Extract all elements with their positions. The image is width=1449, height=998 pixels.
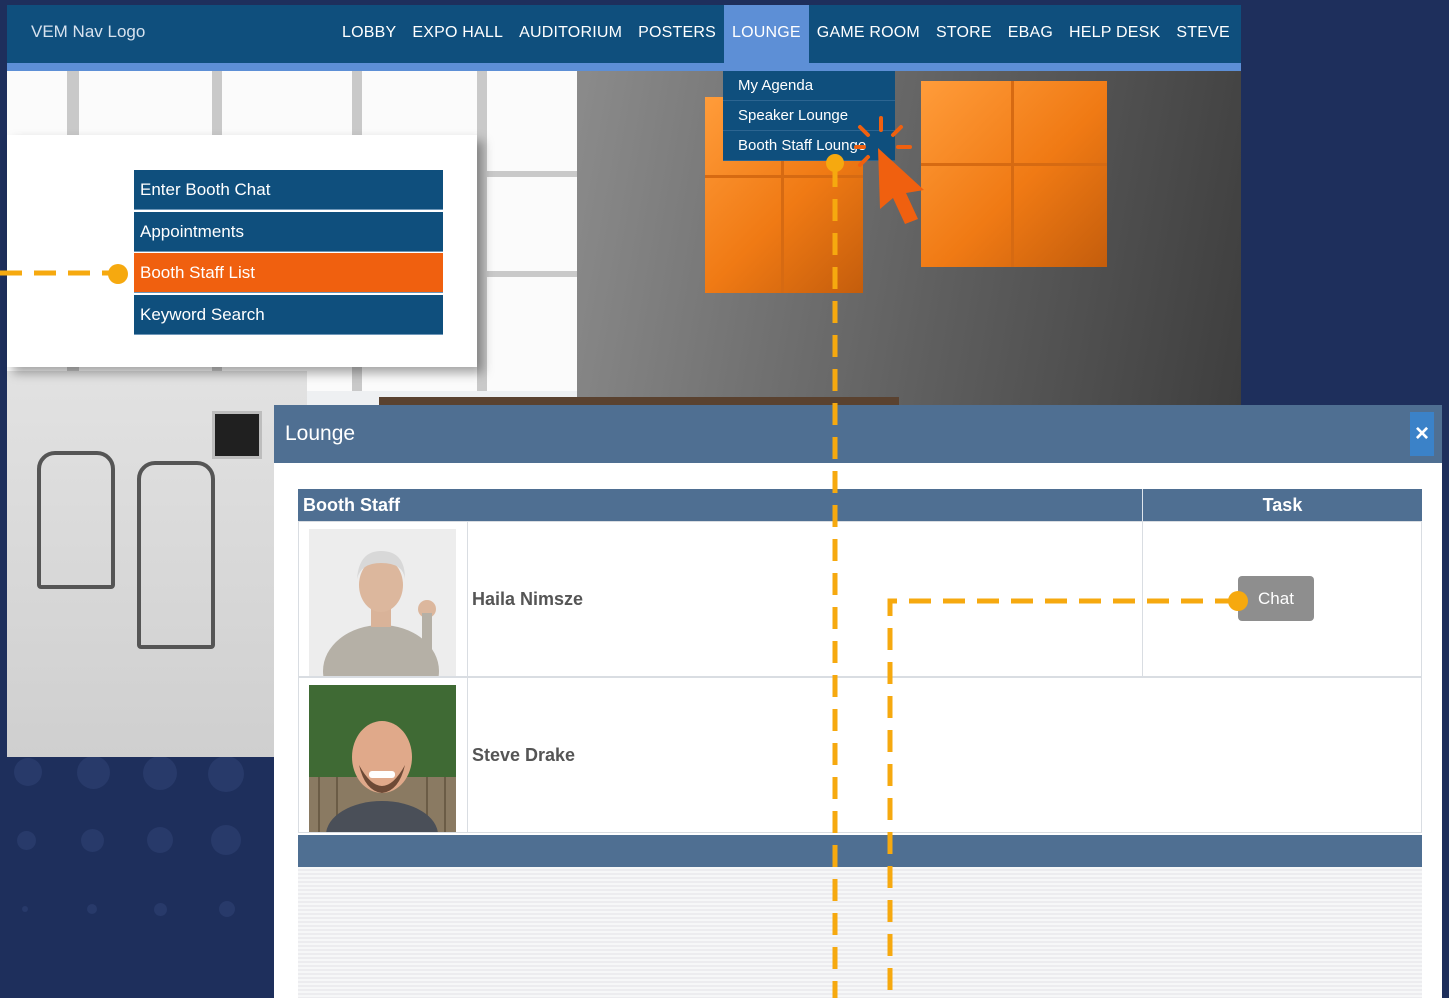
nav-accent-strip xyxy=(7,63,1241,71)
booth-menu-appointments[interactable]: Appointments xyxy=(134,211,443,252)
top-navigation-bar: VEM Nav Logo LOBBY EXPO HALL AUDITORIUM … xyxy=(7,5,1241,63)
nav-link-ebag[interactable]: EBAG xyxy=(1000,5,1061,63)
dropdown-item-my-agenda[interactable]: My Agenda xyxy=(723,71,895,101)
nav-link-posters[interactable]: POSTERS xyxy=(630,5,724,63)
table-empty-area xyxy=(298,867,1422,998)
nav-link-game-room[interactable]: GAME ROOM xyxy=(809,5,928,63)
column-header-booth-staff: Booth Staff xyxy=(303,495,400,515)
booth-menu: Enter Booth Chat Appointments Booth Staf… xyxy=(134,170,443,336)
nav-link-help-desk[interactable]: HELP DESK xyxy=(1061,5,1168,63)
table-footer xyxy=(298,835,1422,867)
staff-photo-steve xyxy=(309,685,456,832)
lounge-dialog-header: Lounge × xyxy=(274,405,1442,463)
lounge-dialog-title: Lounge xyxy=(285,422,356,445)
dropdown-item-speaker-lounge[interactable]: Speaker Lounge xyxy=(723,101,895,131)
nav-link-auditorium[interactable]: AUDITORIUM xyxy=(511,5,630,63)
staff-name: Steve Drake xyxy=(472,745,576,765)
staff-photo-haila xyxy=(309,529,456,676)
decorative-dots xyxy=(0,740,280,998)
table-row: Haila Nimsze Chat xyxy=(298,521,1422,677)
chat-button[interactable]: Chat xyxy=(1238,576,1314,621)
staff-name: Haila Nimsze xyxy=(472,589,584,609)
lounge-dialog: Lounge × Booth Staff Task Haila Nimsze C… xyxy=(274,405,1442,998)
column-header-task: Task xyxy=(1142,489,1422,521)
nav-link-user-steve[interactable]: STEVE xyxy=(1168,5,1237,63)
booth-menu-staff-list[interactable]: Booth Staff List xyxy=(134,253,443,293)
nav-link-expo-hall[interactable]: EXPO HALL xyxy=(404,5,511,63)
table-row: Steve Drake xyxy=(298,677,1422,833)
dropdown-item-booth-staff-lounge[interactable]: Booth Staff Lounge xyxy=(723,131,895,161)
nav-link-store[interactable]: STORE xyxy=(928,5,1000,63)
nav-link-lounge[interactable]: LOUNGE xyxy=(724,5,809,63)
lounge-dropdown-menu: My Agenda Speaker Lounge Booth Staff Lou… xyxy=(723,71,895,161)
close-icon[interactable]: × xyxy=(1410,412,1434,456)
nav-links: LOBBY EXPO HALL AUDITORIUM POSTERS LOUNG… xyxy=(334,5,1238,63)
booth-menu-enter-chat[interactable]: Enter Booth Chat xyxy=(134,170,443,210)
booth-menu-keyword-search[interactable]: Keyword Search xyxy=(134,294,443,335)
table-header: Booth Staff Task xyxy=(298,489,1422,521)
nav-logo[interactable]: VEM Nav Logo xyxy=(31,22,145,42)
nav-link-lobby[interactable]: LOBBY xyxy=(334,5,404,63)
